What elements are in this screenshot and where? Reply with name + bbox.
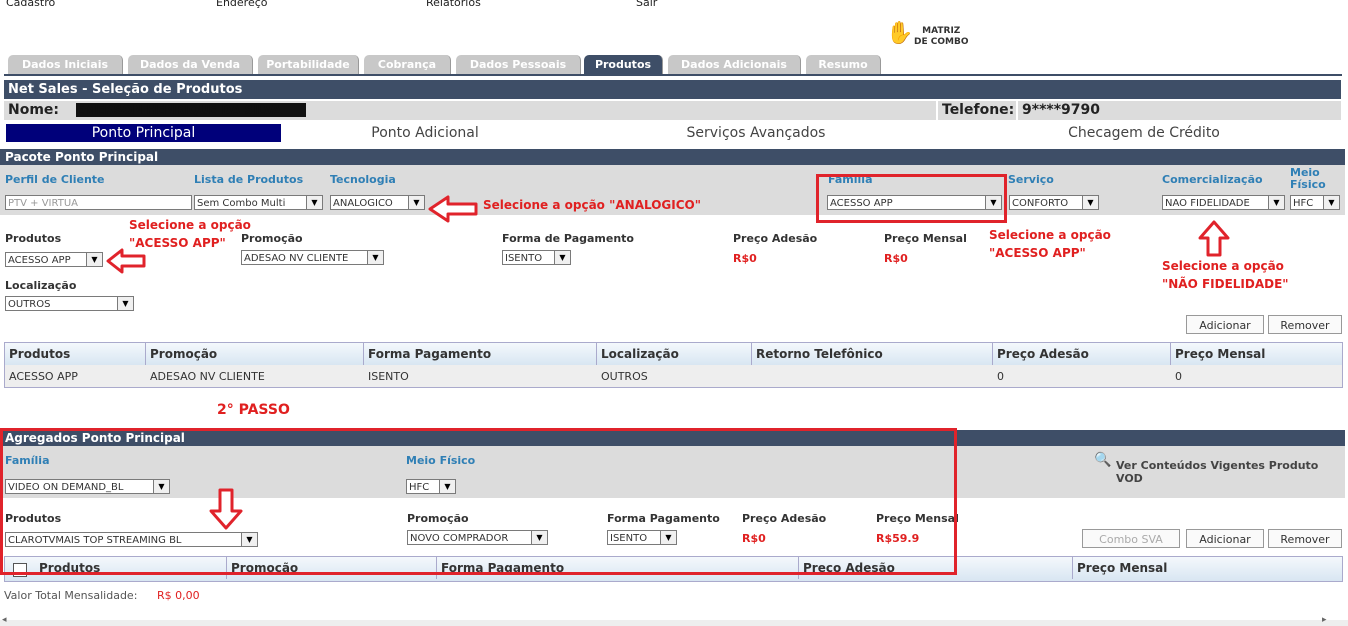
chevron-down-icon: ▼ xyxy=(367,251,383,264)
horizontal-scrollbar[interactable]: ◂ ▸ xyxy=(0,615,1348,626)
adicionar-button[interactable]: Adicionar xyxy=(1186,315,1264,334)
subtab-ponto-principal[interactable]: Ponto Principal xyxy=(6,124,281,142)
arrow-up-icon xyxy=(1198,220,1230,257)
produtos-label: Produtos xyxy=(5,232,62,245)
lista-select[interactable]: Sem Combo Multi ▼ xyxy=(194,195,323,210)
annotation-acesso-app-right: Selecione a opção "ACESSO APP" xyxy=(989,228,1111,260)
localizacao-select[interactable]: OUTROS ▼ xyxy=(5,296,134,311)
vod-link[interactable]: Ver Conteúdos Vigentes Produto VOD xyxy=(1116,459,1348,485)
customer-bar: Nome: EMERSON HENRIQUE DA SILVA Telefone… xyxy=(4,101,1341,120)
arrow-left-icon xyxy=(428,195,478,223)
magnifier-icon[interactable]: 🔍 xyxy=(1094,452,1111,468)
preco-mensal-label: Preço Mensal xyxy=(884,232,967,245)
annotation-nao-fidelidade: Selecione a opção "NÃO FIDELIDADE" xyxy=(1162,259,1289,291)
servico-select[interactable]: CONFORTO ▼ xyxy=(1009,195,1099,210)
menu-endereco[interactable]: Endereço xyxy=(216,0,268,9)
chevron-down-icon: ▼ xyxy=(1268,196,1284,209)
scroll-left-icon[interactable]: ◂ xyxy=(2,615,7,625)
col-produtos[interactable]: Produtos xyxy=(5,343,146,365)
annotation-passo: 2° PASSO xyxy=(217,402,290,418)
phone-label: Telefone: xyxy=(942,102,1015,118)
tab-dados-venda[interactable]: Dados da Venda xyxy=(128,55,253,74)
total-value: R$ 0,00 xyxy=(157,589,200,602)
chevron-down-icon: ▼ xyxy=(554,251,570,264)
chevron-down-icon: ▼ xyxy=(1082,196,1098,209)
preco-adesao-value: R$0 xyxy=(733,252,757,265)
matriz-combo-logo[interactable]: ✋ MATRIZ DE COMBO xyxy=(886,23,986,51)
phone-value: 9****9790 xyxy=(1022,102,1100,118)
scroll-right-icon[interactable]: ▸ xyxy=(1322,615,1327,625)
preco-mensal-value: R$0 xyxy=(884,252,908,265)
agr-adicionar-button[interactable]: Adicionar xyxy=(1186,529,1264,548)
menu-sair[interactable]: Sair xyxy=(636,0,657,9)
meio-fisico-select[interactable]: HFC ▼ xyxy=(1290,195,1340,210)
comercializacao-label: Comercialização xyxy=(1162,173,1263,186)
annotation-acesso-app-left: Selecione a opção "ACESSO APP" xyxy=(129,218,251,250)
meio-fisico-label: Meio Físico xyxy=(1290,166,1326,191)
pacote-header: Pacote Ponto Principal xyxy=(0,149,1345,165)
tab-dados-pessoais[interactable]: Dados Pessoais xyxy=(456,55,581,74)
col-preco-mensal[interactable]: Preço Mensal xyxy=(1171,343,1342,365)
preco-adesao-label: Preço Adesão xyxy=(733,232,818,245)
tab-dados-iniciais[interactable]: Dados Iniciais xyxy=(8,55,123,74)
tecnologia-select[interactable]: ANALOGICO ▼ xyxy=(330,195,425,210)
name-label: Nome: xyxy=(8,102,60,118)
subtab-checagem-credito[interactable]: Checagem de Crédito xyxy=(1010,124,1278,142)
chevron-down-icon: ▼ xyxy=(306,196,322,209)
menu-relatorios[interactable]: Relatórios xyxy=(426,0,481,9)
tecnologia-label: Tecnologia xyxy=(330,173,396,186)
tab-portabilidade[interactable]: Portabilidade xyxy=(258,55,359,74)
comercializacao-select[interactable]: NAO FIDELIDADE ▼ xyxy=(1162,195,1285,210)
servico-label: Serviço xyxy=(1008,173,1054,186)
col-preco-adesao[interactable]: Preço Adesão xyxy=(993,343,1171,365)
lista-label: Lista de Produtos xyxy=(194,173,304,186)
tab-dados-adicionais[interactable]: Dados Adicionais xyxy=(668,55,801,74)
highlight-agregados-box xyxy=(0,428,957,575)
produtos-table: Produtos Promoção Forma Pagamento Locali… xyxy=(4,342,1343,388)
chevron-down-icon: ▼ xyxy=(408,196,424,209)
highlight-familia-box xyxy=(816,174,1007,223)
subtab-servicos-avancados[interactable]: Serviços Avançados xyxy=(630,124,882,142)
annotation-analogico: Selecione a opção "ANALOGICO" xyxy=(483,198,701,212)
chevron-down-icon: ▼ xyxy=(117,297,133,310)
chevron-down-icon: ▼ xyxy=(1323,196,1339,209)
subtab-ponto-adicional[interactable]: Ponto Adicional xyxy=(300,124,550,142)
tab-underline xyxy=(4,74,1342,76)
page-title: Net Sales - Seleção de Produtos xyxy=(4,80,1341,99)
col-localizacao[interactable]: Localização xyxy=(597,343,752,365)
tab-produtos[interactable]: Produtos xyxy=(584,55,663,74)
hand-icon: ✋ xyxy=(886,21,914,46)
col-retorno-telefonico[interactable]: Retorno Telefônico xyxy=(752,343,993,365)
table-row[interactable]: ACESSO APP ADESAO NV CLIENTE ISENTO OUTR… xyxy=(5,366,1342,387)
customer-name-redacted: EMERSON HENRIQUE DA SILVA xyxy=(76,103,306,117)
perfil-select[interactable]: PTV + VIRTUA xyxy=(5,195,192,210)
remover-button[interactable]: Remover xyxy=(1268,315,1342,334)
combo-sva-button[interactable]: Combo SVA xyxy=(1082,529,1180,548)
col-promocao[interactable]: Promoção xyxy=(146,343,364,365)
agr-remover-button[interactable]: Remover xyxy=(1268,529,1342,548)
total-label: Valor Total Mensalidade: xyxy=(4,589,138,602)
menu-cadastro[interactable]: Cadastro xyxy=(6,0,55,9)
forma-pagamento-select[interactable]: ISENTO ▼ xyxy=(502,250,571,265)
promocao-select[interactable]: ADESAO NV CLIENTE ▼ xyxy=(241,250,384,265)
perfil-label: Perfil de Cliente xyxy=(5,173,105,186)
wizard-tabs: Dados Iniciais Dados da Venda Portabilid… xyxy=(4,55,904,75)
chevron-down-icon: ▼ xyxy=(86,253,102,266)
localizacao-label: Localização xyxy=(5,279,77,292)
produtos-select[interactable]: ACESSO APP ▼ xyxy=(5,252,103,267)
tab-resumo[interactable]: Resumo xyxy=(806,55,881,74)
agr-col-mensal[interactable]: Preço Mensal xyxy=(1073,557,1342,579)
arrow-down-icon xyxy=(209,488,243,530)
tab-cobranca[interactable]: Cobrança xyxy=(364,55,451,74)
col-forma-pagamento[interactable]: Forma Pagamento xyxy=(364,343,597,365)
forma-pagamento-label: Forma de Pagamento xyxy=(502,232,634,245)
table-header: Produtos Promoção Forma Pagamento Locali… xyxy=(5,343,1342,365)
